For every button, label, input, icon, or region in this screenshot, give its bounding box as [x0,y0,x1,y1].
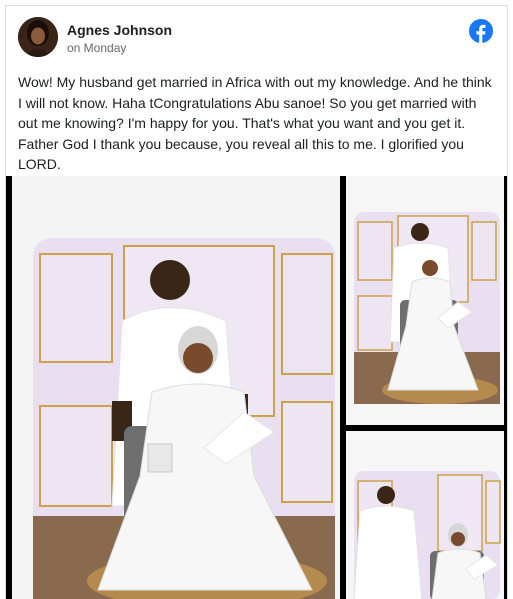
facebook-logo-icon[interactable] [469,19,493,43]
post-body-text: Wow! My husband get married in Africa wi… [18,74,492,172]
facebook-post-card: Agnes Johnson on Monday Wow! My husband … [5,5,508,599]
author-name[interactable]: Agnes Johnson [67,22,172,38]
photo-main[interactable] [12,176,340,599]
photo-bottom-right[interactable] [346,431,504,599]
avatar[interactable] [18,17,58,57]
photo-top-right[interactable] [346,176,504,425]
photo-gallery [6,176,507,599]
post-timestamp[interactable]: on Monday [67,41,126,55]
post-header: Agnes Johnson on Monday [6,6,507,66]
